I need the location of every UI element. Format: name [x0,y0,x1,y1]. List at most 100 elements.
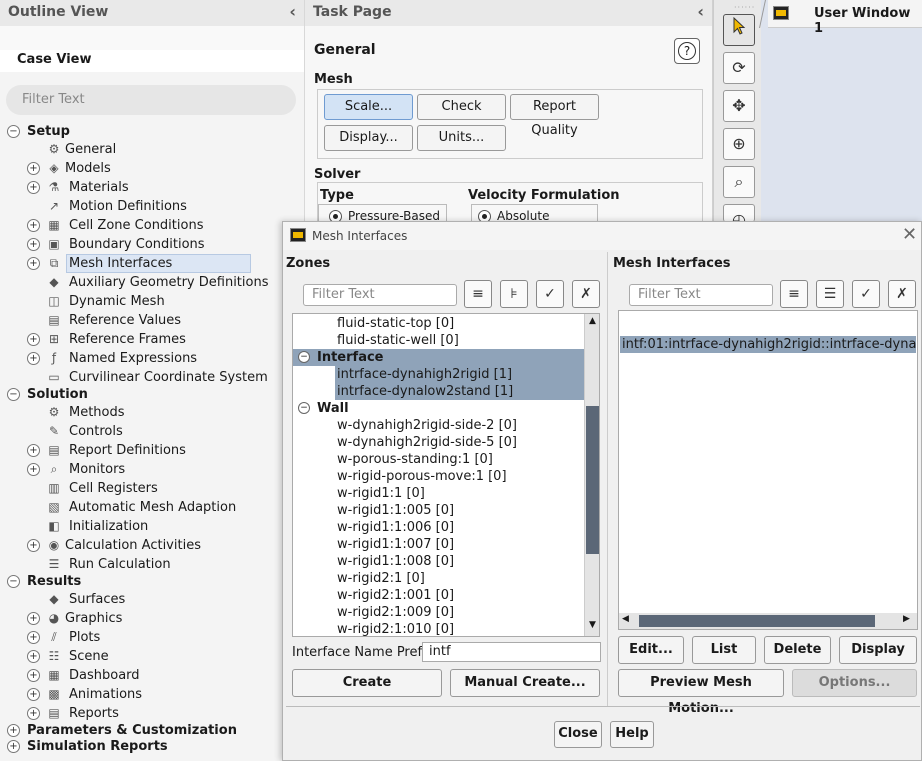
hscroll-thumb[interactable] [639,615,875,627]
interfaces-filter-input[interactable]: Filter Text [629,284,773,306]
tree-item-graphics[interactable]: + ◕ Graphics [0,609,304,628]
tree-item-models[interactable]: + ◈ Models [0,159,304,178]
interface-item[interactable]: intf:01:intrface-dynahigh2rigid::intrfac… [620,336,916,353]
zone-group-wall[interactable]: − Wall [293,400,584,417]
help-button[interactable]: ? [674,38,700,64]
collapse-icon[interactable]: − [7,575,20,588]
tree-item-plots[interactable]: + ⫽ Plots [0,628,304,647]
help-button[interactable]: Help [610,721,654,748]
tree-item-auxiliary-geometry-definitions[interactable]: ◆ Auxiliary Geometry Definitions [0,273,304,292]
user-window-tab[interactable]: User Window 1 [759,0,922,36]
interfaces-hscrollbar[interactable]: ◀ ▶ [619,613,917,629]
case-view-tab[interactable]: Case View [0,50,304,72]
scale-button[interactable]: Scale... [324,94,413,120]
tree-item-cell-registers[interactable]: ▥ Cell Registers [0,479,304,498]
expand-icon[interactable]: + [27,631,40,644]
report-quality-button[interactable]: Report Quality [510,94,599,138]
collapse-chevron-icon[interactable]: ‹ [289,2,296,21]
sort-icon[interactable]: ☰ [816,280,844,308]
expand-icon[interactable]: + [27,238,40,251]
pan-icon[interactable]: ✥ [723,90,755,122]
collapse-icon[interactable]: − [7,125,20,138]
expand-icon[interactable]: + [27,333,40,346]
zone-item[interactable]: intrface-dynahigh2rigid [1] [335,366,584,383]
expand-icon[interactable]: + [27,688,40,701]
prefix-input[interactable]: intf [422,642,601,662]
collapse-icon[interactable]: − [298,402,310,414]
expand-icon[interactable]: + [27,352,40,365]
tree-item-methods[interactable]: ⚙ Methods [0,403,304,422]
tree-item-cell-zone-conditions[interactable]: + ▦ Cell Zone Conditions [0,216,304,235]
expand-icon[interactable]: + [27,650,40,663]
zones-scrollbar[interactable]: ▲ ▼ [584,314,599,636]
expand-icon[interactable]: + [7,724,20,737]
scroll-right-icon[interactable]: ▶ [903,614,910,624]
create-button[interactable]: Create [292,669,442,697]
tree-item-dashboard[interactable]: + ▦ Dashboard [0,666,304,685]
tree-item-boundary-conditions[interactable]: + ▣ Boundary Conditions [0,235,304,254]
tree-item-solution[interactable]: − Solution [0,385,304,404]
interfaces-list[interactable]: intf:01:intrface-dynahigh2rigid::intrfac… [618,310,918,630]
tree-item-automatic-mesh-adaption[interactable]: ▧ Automatic Mesh Adaption [0,498,304,517]
deselect-all-icon[interactable]: ✗ [572,280,600,308]
expand-icon[interactable]: + [27,669,40,682]
group-by-icon[interactable]: ⊧ [500,280,528,308]
tree-item-animations[interactable]: + ▩ Animations [0,685,304,704]
tree-item-named-expressions[interactable]: + ƒ Named Expressions [0,349,304,368]
options-button[interactable]: Options... [792,669,917,697]
expand-icon[interactable]: + [27,181,40,194]
tree-item-calculation-activities[interactable]: + ◉ Calculation Activities [0,536,304,555]
scroll-left-icon[interactable]: ◀ [622,614,629,624]
tree-item-monitors[interactable]: + ⌕ Monitors [0,460,304,479]
zones-filter-input[interactable]: Filter Text [303,284,457,306]
list-button[interactable]: List [692,636,756,664]
scroll-up-icon[interactable]: ▲ [585,314,599,328]
expand-icon[interactable]: + [27,707,40,720]
expand-icon[interactable]: + [27,219,40,232]
delete-button[interactable]: Delete [764,636,831,664]
preview-mesh-motion-button[interactable]: Preview Mesh Motion... [618,669,784,716]
close-icon[interactable]: ✕ [902,224,917,245]
tree-item-scene[interactable]: + ☷ Scene [0,647,304,666]
expand-icon[interactable]: + [27,463,40,476]
tree-item-motion-definitions[interactable]: ↗ Motion Definitions [0,197,304,216]
deselect-all-icon[interactable]: ✗ [888,280,916,308]
tree-item-dynamic-mesh[interactable]: ◫ Dynamic Mesh [0,292,304,311]
match-filter-icon[interactable]: ≡ [464,280,492,308]
expand-icon[interactable]: + [7,740,20,753]
zoom-box-icon[interactable]: ⌕ [723,166,755,198]
display-button[interactable]: Display [839,636,917,664]
outline-filter-input[interactable]: Filter Text [6,85,296,115]
expand-icon[interactable]: + [27,444,40,457]
manual-create-button[interactable]: Manual Create... [450,669,600,697]
tree-item-general[interactable]: ⚙ General [0,140,304,159]
mesh-display-button[interactable]: Display... [324,125,413,151]
expand-icon[interactable]: + [27,539,40,552]
expand-icon[interactable]: + [27,257,40,270]
scroll-thumb[interactable] [586,406,599,554]
tree-item-surfaces[interactable]: ◆ Surfaces [0,590,304,609]
select-all-icon[interactable]: ✓ [852,280,880,308]
zone-item[interactable]: intrface-dynalow2stand [1] [335,383,584,400]
match-filter-icon[interactable]: ≡ [780,280,808,308]
expand-icon[interactable]: + [27,612,40,625]
tree-item-materials[interactable]: + ⚗ Materials [0,178,304,197]
edit-button[interactable]: Edit... [618,636,684,664]
zones-list[interactable]: fluid-static-top [0] fluid-static-well [0… [292,313,600,637]
zoom-in-out-icon[interactable]: ⊕ [723,128,755,160]
rotate-icon[interactable]: ⟳ [723,52,755,84]
units-button[interactable]: Units... [417,125,506,151]
tree-item-controls[interactable]: ✎ Controls [0,422,304,441]
tree-item-reference-values[interactable]: ▤ Reference Values [0,311,304,330]
tree-item-reference-frames[interactable]: + ⊞ Reference Frames [0,330,304,349]
dialog-titlebar[interactable]: Mesh Interfaces ✕ [283,222,921,250]
collapse-icon[interactable]: − [298,351,310,363]
scroll-down-icon[interactable]: ▼ [585,620,599,630]
zone-group-interface[interactable]: − Interface [293,349,584,366]
select-arrow-icon[interactable] [723,14,755,46]
tree-item-results[interactable]: − Results [0,572,304,591]
tree-item-initialization[interactable]: ◧ Initialization [0,517,304,536]
collapse-icon[interactable]: − [7,388,20,401]
fit-icon[interactable]: ◴ [723,204,755,229]
tree-item-simulation-reports[interactable]: + Simulation Reports [0,737,304,756]
